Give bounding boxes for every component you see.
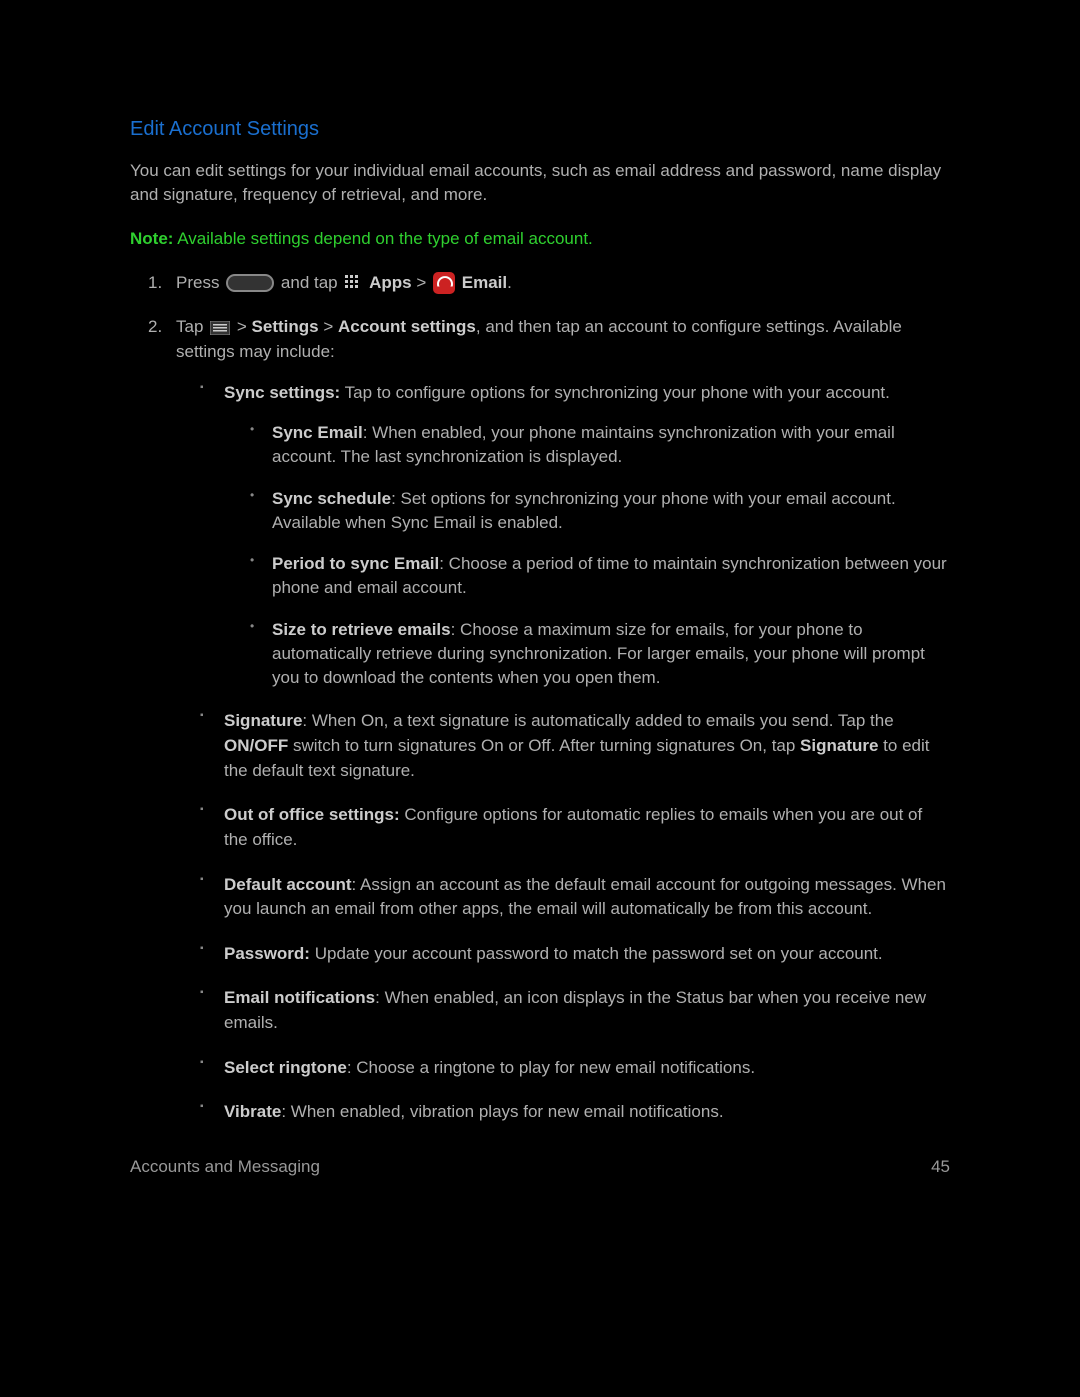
step1-gt1: > [416, 273, 431, 292]
step2-settings: Settings [252, 317, 319, 336]
subitem-sync-email: Sync Email: When enabled, your phone mai… [250, 421, 950, 469]
step-1: Press and tap Apps > Email. [148, 271, 950, 296]
subitem-period: Period to sync Email: Choose a period of… [250, 552, 950, 600]
footer-section: Accounts and Messaging [130, 1157, 320, 1177]
settings-list: Sync settings: Tap to configure options … [200, 381, 950, 1126]
sig-t2: switch to turn signatures On or Off. Aft… [288, 736, 800, 755]
step2-tap: Tap [176, 317, 208, 336]
email-app-icon [433, 272, 455, 294]
subitem-size: Size to retrieve emails: Choose a maximu… [250, 618, 950, 689]
vib-text: : When enabled, vibration plays for new … [281, 1102, 723, 1121]
def-label: Default account [224, 875, 352, 894]
sync-email-label: Sync Email [272, 423, 363, 442]
vib-label: Vibrate [224, 1102, 281, 1121]
item-signature: Signature: When On, a text signature is … [200, 709, 950, 783]
step1-andtap: and tap [281, 273, 342, 292]
home-button-icon [226, 274, 274, 292]
step1-press: Press [176, 273, 224, 292]
pwd-text: Update your account password to match th… [310, 944, 883, 963]
sync-sublist: Sync Email: When enabled, your phone mai… [250, 421, 950, 689]
step2-gt2: > [323, 317, 338, 336]
note-text: Available settings depend on the type of… [173, 229, 592, 248]
section-heading: Edit Account Settings [130, 118, 950, 141]
document-page: Edit Account Settings You can edit setti… [0, 0, 1080, 1397]
apps-grid-icon [344, 274, 362, 292]
step2-gt: > [237, 317, 252, 336]
note-label: Note: [130, 229, 173, 248]
sig-t1: : When On, a text signature is automatic… [302, 711, 893, 730]
step-2: Tap > Settings > Account settings, and t… [148, 315, 950, 1125]
intro-paragraph: You can edit settings for your individua… [130, 159, 950, 207]
step2-acct: Account settings [338, 317, 476, 336]
sig-label: Signature [224, 711, 302, 730]
footer-page-number: 45 [931, 1157, 950, 1177]
step1-email-label: Email [462, 273, 507, 292]
pwd-label: Password: [224, 944, 310, 963]
steps-list: Press and tap Apps > Email. Tap [148, 271, 950, 1125]
step1-apps-label: Apps [369, 273, 412, 292]
ring-label: Select ringtone [224, 1058, 347, 1077]
item-select-ringtone: Select ringtone: Choose a ringtone to pl… [200, 1056, 950, 1081]
ring-text: : Choose a ringtone to play for new emai… [347, 1058, 755, 1077]
item-email-notifications: Email notifications: When enabled, an ic… [200, 986, 950, 1035]
step1-period: . [507, 273, 512, 292]
subitem-sync-schedule: Sync schedule: Set options for synchroni… [250, 487, 950, 535]
item-sync-settings: Sync settings: Tap to configure options … [200, 381, 950, 690]
note-line: Note: Available settings depend on the t… [130, 229, 950, 249]
item-out-of-office: Out of office settings: Configure option… [200, 803, 950, 852]
sync-text: Tap to configure options for synchronizi… [340, 383, 890, 402]
sync-sched-label: Sync schedule [272, 489, 391, 508]
sync-size-label: Size to retrieve emails [272, 620, 451, 639]
sync-label: Sync settings: [224, 383, 340, 402]
item-password: Password: Update your account password t… [200, 942, 950, 967]
sync-email-text: : When enabled, your phone maintains syn… [272, 423, 895, 466]
item-default-account: Default account: Assign an account as th… [200, 873, 950, 922]
ooo-label: Out of office settings: [224, 805, 400, 824]
sig-label2: Signature [800, 736, 878, 755]
page-footer: Accounts and Messaging 45 [130, 1157, 950, 1177]
notif-label: Email notifications [224, 988, 375, 1007]
sync-period-label: Period to sync Email [272, 554, 439, 573]
menu-icon [210, 321, 230, 335]
item-vibrate: Vibrate: When enabled, vibration plays f… [200, 1100, 950, 1125]
sig-onoff: ON/OFF [224, 736, 288, 755]
